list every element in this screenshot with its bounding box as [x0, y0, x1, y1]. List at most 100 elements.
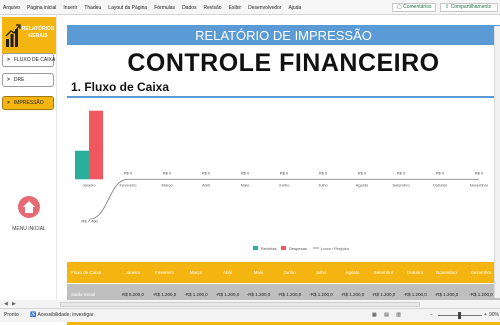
table-cell[interactable]: -R$ 1.200,0 — [274, 292, 305, 297]
vertical-scrollbar[interactable] — [494, 26, 500, 298]
logo: RELATÓRIOS GERAIS — [2, 17, 56, 54]
report-sheet: RELATÓRIO DE IMPRESSÃO CONTROLE FINANCEI… — [67, 25, 500, 325]
zoom-level[interactable]: 90% — [489, 312, 499, 318]
home-label: MENU INICIAL — [12, 226, 46, 232]
table-header-cell[interactable]: Fevereiro — [149, 270, 180, 275]
table-cell[interactable]: -R$ 1.200,0 — [212, 292, 243, 297]
x-tick-label: Outubro — [433, 182, 448, 187]
ribbon: Arquivo Página inicial Inserir Thadeu Layout… — [0, 0, 500, 15]
data-label: R$ 0 — [124, 170, 133, 175]
menu-item[interactable]: Layout da Página — [108, 5, 147, 11]
x-tick-label: Fevereiro — [120, 182, 138, 187]
tab-scroll-right-icon[interactable]: ▶ — [12, 301, 16, 307]
sidebar-item-dre[interactable]: > DRE — [2, 73, 54, 87]
home-icon — [23, 201, 35, 213]
table-header-cell[interactable]: Abril — [212, 270, 243, 275]
share-button[interactable]: ⇪ Compartilhamento — [440, 3, 498, 12]
legend-label: Lucro / Prejuízo — [321, 246, 350, 251]
table-header-cell[interactable]: Outubro — [399, 270, 431, 275]
menu-item[interactable]: Thadeu — [84, 5, 101, 11]
table-header-cell[interactable]: Agosto — [337, 270, 368, 275]
accessibility-icon: ♿ — [30, 312, 37, 318]
table-cell[interactable]: -R$ 1.200,0 — [149, 292, 180, 297]
chevron-right-icon: > — [7, 100, 10, 106]
table-header-cell[interactable]: Setembro — [368, 270, 399, 275]
sidebar-item-fluxo-de-caixa[interactable]: > FLUXO DE CAIXA — [2, 53, 55, 67]
menu-item[interactable]: Inserir — [63, 5, 77, 11]
menu-item[interactable]: Exibir — [229, 5, 242, 11]
data-label: R$ 0 — [280, 170, 289, 175]
data-label: -R$ 7.400 — [80, 218, 98, 223]
x-tick-label: Janeiro — [82, 182, 96, 187]
tab-scroll-left-icon[interactable]: ◀ — [4, 301, 8, 307]
table-header: Fluxo de Caixa Janeiro Fevereiro Março Abril… — [67, 262, 500, 283]
menu-item[interactable]: Revisão — [204, 5, 222, 11]
table-cell[interactable]: R$ 8.200,0 — [117, 292, 149, 297]
chevron-right-icon: > — [7, 57, 10, 63]
table-cell[interactable]: -R$ 1.200,0 — [180, 292, 212, 297]
data-label: R$ 0 — [397, 170, 406, 175]
data-label: R$ 0 — [202, 170, 211, 175]
table-header-cell[interactable]: Junho — [274, 270, 305, 275]
sidebar-item-label: DRE — [13, 77, 25, 83]
table-header-cell[interactable]: Março — [180, 270, 212, 275]
menu-item[interactable]: Fórmulas — [154, 5, 175, 11]
zoom-slider-handle[interactable] — [458, 312, 461, 319]
sidebar: RELATÓRIOS GERAIS > FLUXO DE CAIXA > DRE >… — [0, 15, 57, 300]
data-label: R$ 0 — [163, 170, 172, 175]
normal-view-icon[interactable]: ▦ — [372, 312, 377, 318]
bar-despesas — [89, 110, 103, 180]
menu-bar: Arquivo Página inicial Inserir Thadeu Layout… — [3, 5, 301, 11]
data-label: R$ 0 — [475, 170, 484, 175]
table-header-cell[interactable]: Maio — [243, 270, 274, 275]
legend-label: Despesas — [289, 246, 307, 251]
row-label[interactable]: Saldo Inicial — [67, 292, 117, 297]
x-tick-label: Abril — [202, 182, 210, 187]
data-label: R$ 0 — [241, 170, 250, 175]
table-cell[interactable]: -R$ 1.200,0 — [368, 292, 399, 297]
page-title: CONTROLE FINANCEIRO — [127, 49, 440, 77]
table-header-cell[interactable]: Julho — [305, 270, 337, 275]
page-break-view-icon[interactable]: ▥ — [396, 312, 401, 318]
x-tick-label: Agosto — [356, 182, 369, 187]
table-header-cell[interactable]: Novembro — [431, 270, 462, 275]
table-cell[interactable]: -R$ 1.200,0 — [431, 292, 462, 297]
comments-button[interactable]: ▢ Comentários — [392, 3, 437, 12]
legend-label: Receitas — [261, 246, 277, 251]
menu-item[interactable]: Página inicial — [27, 5, 56, 11]
accessibility-status[interactable]: Acessibilidade: investigar — [37, 312, 93, 318]
table-header-cell[interactable]: Janeiro — [117, 270, 149, 275]
x-tick-label: Maio — [241, 182, 250, 187]
sidebar-item-impressao[interactable]: > IMPRESSÃO — [2, 96, 54, 110]
legend-swatch — [281, 246, 286, 250]
x-tick-label: Setembro — [392, 182, 410, 187]
horizontal-scrollbar[interactable] — [60, 302, 420, 307]
table-cell[interactable]: -R$ 1.200,0 — [243, 292, 274, 297]
section-divider — [67, 96, 500, 98]
table-cell[interactable]: -R$ 1.200,0 — [337, 292, 368, 297]
table-cell[interactable]: -R$ 1.200,0 — [305, 292, 337, 297]
section-title: 1. Fluxo de Caixa — [71, 80, 170, 94]
zoom-out-icon[interactable]: − — [430, 312, 433, 318]
home-button[interactable] — [18, 196, 40, 218]
chevron-right-icon: > — [7, 77, 10, 83]
data-label: R$ 0 — [319, 170, 328, 175]
menu-item[interactable]: Dados — [182, 5, 196, 11]
menu-item[interactable]: Arquivo — [3, 5, 20, 11]
data-label: R$ 0 — [358, 170, 367, 175]
table-cell[interactable]: -R$ 1.200,0 — [399, 292, 431, 297]
logo-text: RELATÓRIOS GERAIS — [21, 26, 55, 39]
menu-item[interactable]: Desenvolvedor — [248, 5, 281, 11]
table-header-cell[interactable]: Fluxo de Caixa — [67, 270, 117, 275]
cash-flow-chart: Janeiro Fevereiro Março Abril Maio Junho Julho… — [75, 110, 489, 251]
zoom-in-icon[interactable]: + — [484, 312, 487, 318]
page-layout-view-icon[interactable]: ▤ — [384, 312, 389, 318]
x-tick-label: Junho — [279, 182, 291, 187]
status-ready: Pronto — [4, 312, 19, 318]
data-label: R$ 0 — [436, 170, 445, 175]
bar-receitas — [75, 150, 89, 180]
x-tick-label: Novembro — [470, 182, 489, 187]
report-banner: RELATÓRIO DE IMPRESSÃO — [67, 25, 500, 45]
menu-item[interactable]: Ajuda — [288, 5, 301, 11]
x-tick-label: Julho — [318, 182, 328, 187]
